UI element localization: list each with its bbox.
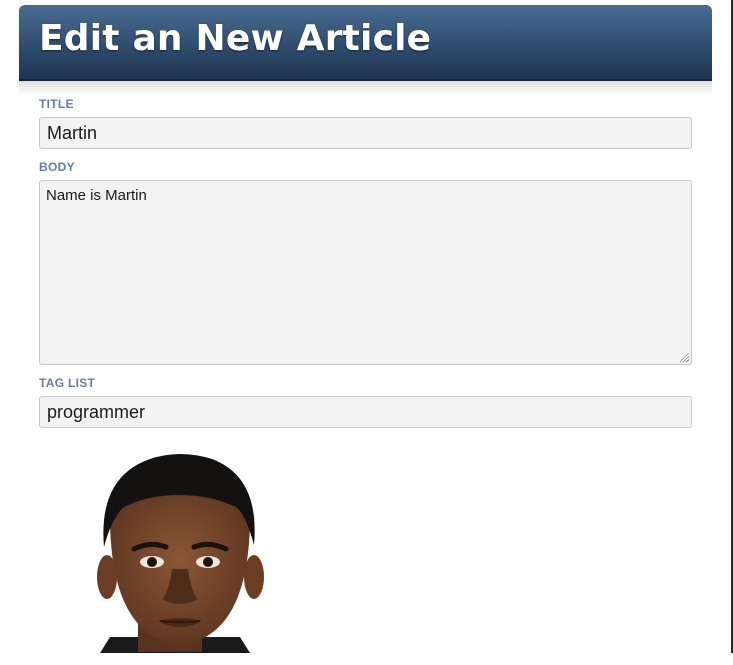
title-label: TITLE <box>39 97 74 111</box>
article-photo <box>40 437 280 653</box>
page-title: Edit an New Article <box>39 18 432 59</box>
body-text: Name is Martin <box>46 187 147 204</box>
page-header: Edit an New Article <box>19 5 712 79</box>
title-input[interactable]: Martin <box>39 117 692 149</box>
portrait-image <box>97 454 264 653</box>
article-form: TITLE Martin BODY Name is Martin TAG LIS… <box>39 97 692 428</box>
body-label: BODY <box>39 160 75 174</box>
tag-list-label: TAG LIST <box>39 376 96 390</box>
body-textarea[interactable]: Name is Martin <box>39 180 692 365</box>
resize-handle-icon[interactable] <box>680 353 689 362</box>
tag-list-input[interactable]: programmer <box>39 396 692 428</box>
header-shadow <box>19 79 712 95</box>
